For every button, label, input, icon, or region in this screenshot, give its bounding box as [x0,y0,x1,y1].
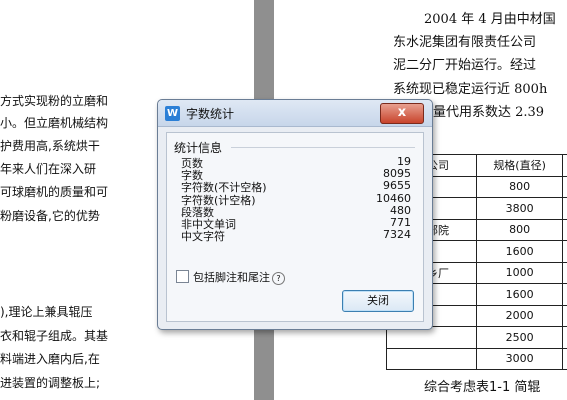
table-row: 3000 [385,347,567,370]
stat-value: 771 [390,215,411,229]
stat-row-chars-no-spaces: 字符数(不计空格) 9655 [181,179,411,194]
table-cell [385,347,478,370]
text-line: 系统现已稳定运行近 800h [393,82,548,97]
checkbox-label-text: 包括脚注和尾注 [193,271,270,284]
stat-row-pages: 页数 19 [181,155,411,170]
table-header-cell: 规格(直径) [476,154,564,177]
table-caption: 综合考虑表1-1 简辊 [424,380,541,395]
text-line: 能量代用系数达 2.39 [420,105,545,120]
stat-row-chinese-chars: 中文字符 7324 [181,228,411,243]
text-line: 小。但立磨机械结构 [0,116,109,130]
text-line: 护费用高,系统烘干 [0,139,100,153]
table-cell: 2000 [476,304,564,327]
close-button[interactable]: x [380,103,424,124]
table-cell: 800 [476,175,564,198]
help-icon[interactable]: ? [272,271,285,285]
table-cell: 1600 [476,240,564,263]
text-line: 进装置的调整板上; [0,376,101,390]
include-footnotes-checkbox[interactable] [176,270,189,283]
dialog-titlebar[interactable]: W 字数统计 x [158,100,432,127]
word-count-dialog: W 字数统计 x 统计信息 页数 19 字数 8095 字符数(不计空格) 9655 … [157,99,433,330]
stat-row-chars-with-spaces: 字符数(计空格) 10460 [181,191,411,207]
table-cell: 3000 [476,347,564,370]
text-line: 可球磨机的质量和可 [0,185,109,199]
text-line: ),理论上兼具辊压 [0,305,93,319]
stat-value: 7324 [383,228,411,242]
stat-value: 10460 [376,191,411,205]
stat-row-paragraphs: 段落数 480 [181,203,411,219]
table-cell: 2500 [476,326,564,349]
text-line: 泥二分厂开始运行。经过 [393,58,537,73]
text-line: 东水泥集团有限责任公司 [393,35,537,50]
table-cell: 3800 [476,197,564,220]
text-line: 料端进入磨内后,在 [0,352,100,366]
table-cell: 1600 [476,283,564,306]
stats-group-label: 统计信息 [174,141,223,155]
stat-value: 19 [397,155,411,168]
group-divider [231,147,415,148]
dialog-body: 统计信息 页数 19 字数 8095 字符数(不计空格) 9655 字符数(计空格) 1… [166,132,424,322]
stat-value: 8095 [383,167,411,181]
text-line: 2004 年 4 月由中材国 [424,12,556,27]
table-cell: 800 [476,218,564,241]
text-line: 方式实现粉的立磨和 [0,94,109,108]
stats-list: 页数 19 字数 8095 字符数(不计空格) 9655 字符数(计空格) 10460 … [181,155,411,243]
wps-writer-icon: W [165,106,180,121]
stat-value: 480 [390,203,411,217]
text-line: 粉磨设备,它的优势 [0,209,100,223]
stat-value: 9655 [383,179,411,193]
text-line: 年来人们在深入研 [0,162,97,176]
stat-label: 中文字符 [181,230,225,244]
include-footnotes-label[interactable]: 包括脚注和尾注? [193,269,285,285]
table-cell: 1000 [476,261,564,284]
close-dialog-button[interactable]: 关闭 [342,290,414,312]
stat-row-non-chinese-words: 非中文单词 771 [181,215,411,231]
dialog-title: 字数统计 [186,107,235,121]
text-line: 衣和辊子组成。其基 [0,329,109,343]
stat-row-words: 字数 8095 [181,167,411,182]
